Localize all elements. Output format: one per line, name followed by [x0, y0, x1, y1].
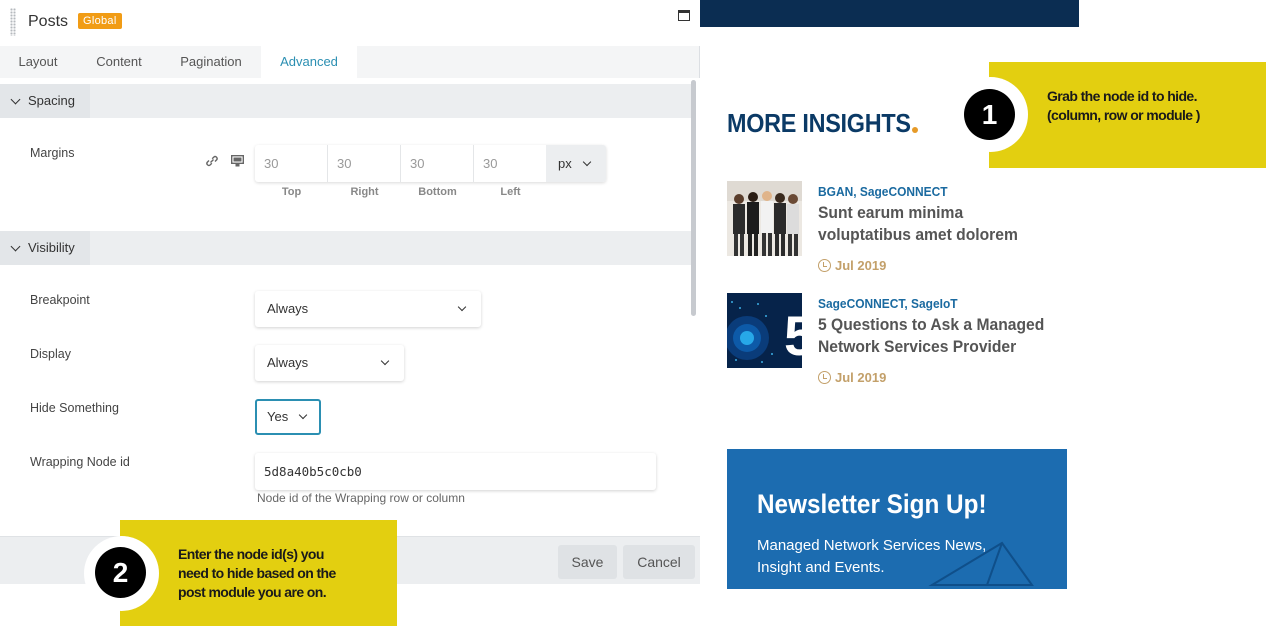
margin-bottom-sublabel: Bottom [418, 186, 457, 198]
step-number-badge: 2 [95, 547, 146, 598]
margin-bottom-input[interactable]: 30 [401, 145, 474, 182]
chevron-down-icon [457, 302, 467, 312]
cancel-button[interactable]: Cancel [623, 545, 695, 579]
display-select[interactable]: Always [255, 345, 404, 381]
more-insights-heading: MORE INSIGHTS [727, 108, 911, 138]
annotation-callout-text: Grab the node id to hide. (column, row o… [1047, 88, 1200, 123]
display-label: Display [30, 347, 71, 361]
breakpoint-select[interactable]: Always [255, 291, 481, 327]
panel-title: Posts [28, 13, 69, 30]
post-categories[interactable]: BGAN, SageCONNECT [818, 184, 948, 199]
settings-panel: Posts Global Layout Content Pagination A… [0, 0, 700, 584]
chevron-down-icon [10, 241, 21, 252]
post-thumbnail-team-photo[interactable] [727, 181, 802, 256]
section-spacing-header[interactable]: Spacing [0, 84, 692, 118]
wrapping-node-label: Wrapping Node id [30, 455, 130, 469]
heading-accent-dot [912, 127, 918, 133]
margin-top-sublabel: Top [281, 186, 302, 198]
annotation-callout-2: Enter the node id(s) you need to hide ba… [120, 520, 397, 626]
site-top-bar [700, 0, 1079, 27]
wrapping-node-help: Node id of the Wrapping row or column [257, 491, 465, 505]
post-date: Jul 2019 [818, 258, 886, 273]
desktop-icon[interactable] [231, 155, 244, 167]
margin-top-input[interactable]: 30 [255, 145, 328, 182]
breakpoint-label: Breakpoint [30, 293, 90, 307]
tab-pagination[interactable]: Pagination [162, 46, 260, 78]
section-title[interactable]: Spacing [0, 84, 90, 118]
clock-icon [818, 371, 831, 384]
chevron-down-icon [10, 94, 21, 105]
wrapping-node-input[interactable]: 5d8a40b5c0cb0 [255, 453, 656, 490]
chevron-down-icon [298, 410, 308, 420]
annotation-callout-1: Grab the node id to hide. (column, row o… [989, 62, 1266, 168]
margins-input-group: 30 30 30 30 px [255, 145, 606, 182]
section-visibility-title: Visibility [28, 240, 75, 255]
post-date-text: Jul 2019 [835, 258, 887, 273]
clock-icon [818, 259, 831, 272]
chevron-down-icon [582, 157, 592, 167]
margin-unit-select[interactable]: px [546, 145, 606, 182]
margin-right-input[interactable]: 30 [328, 145, 401, 182]
newsletter-subtitle: Managed Network Services News, Insight a… [757, 537, 987, 576]
annotation-callout-text: Enter the node id(s) you need to hide ba… [178, 546, 336, 600]
newsletter-box: Newsletter Sign Up! Managed Network Serv… [727, 449, 1067, 589]
window-toggle-icon[interactable] [678, 10, 690, 21]
tab-layout[interactable]: Layout [0, 46, 76, 78]
hide-something-label: Hide Something [30, 401, 119, 415]
breakpoint-select-value: Always [267, 301, 309, 316]
tab-content[interactable]: Content [76, 46, 162, 78]
margin-right-sublabel: Right [350, 186, 379, 198]
section-spacing-title: Spacing [28, 93, 75, 108]
step-number-badge: 1 [964, 89, 1015, 140]
hide-something-select[interactable]: Yes [255, 399, 321, 435]
post-thumbnail-digital-five[interactable]: 5 [727, 293, 802, 368]
svg-text:5: 5 [784, 304, 802, 367]
post-categories[interactable]: SageCONNECT, SageIoT [818, 296, 958, 311]
global-badge: Global [78, 13, 122, 29]
display-select-value: Always [267, 355, 309, 370]
margins-label: Margins [30, 146, 75, 160]
post-item[interactable]: 5 SageCONNECT, SageIoT 5 Questions to As… [727, 293, 1067, 388]
section-title[interactable]: Visibility [0, 231, 90, 265]
panel-header: Posts Global [0, 0, 700, 46]
section-visibility-header[interactable]: Visibility [0, 231, 692, 265]
chevron-down-icon [380, 356, 390, 366]
post-date-text: Jul 2019 [835, 370, 887, 385]
drag-handle-icon[interactable] [10, 8, 16, 36]
margin-left-sublabel: Left [500, 186, 521, 198]
hide-something-select-value: Yes [267, 409, 289, 424]
newsletter-title: Newsletter Sign Up! [757, 489, 987, 519]
post-date: Jul 2019 [818, 370, 886, 385]
save-button[interactable]: Save [558, 545, 617, 579]
panel-scrollbar[interactable] [691, 80, 696, 316]
margin-unit-value: px [558, 156, 572, 171]
post-title[interactable]: Sunt earum minima voluptatibus amet dolo… [818, 202, 1057, 246]
link-icon[interactable] [205, 155, 219, 167]
post-item[interactable]: BGAN, SageCONNECT Sunt earum minima volu… [727, 181, 1067, 276]
settings-tabs: Layout Content Pagination Advanced [0, 46, 700, 78]
tab-advanced[interactable]: Advanced [261, 46, 357, 78]
post-title[interactable]: 5 Questions to Ask a Managed Network Ser… [818, 314, 1057, 358]
margin-left-input[interactable]: 30 [474, 145, 547, 182]
